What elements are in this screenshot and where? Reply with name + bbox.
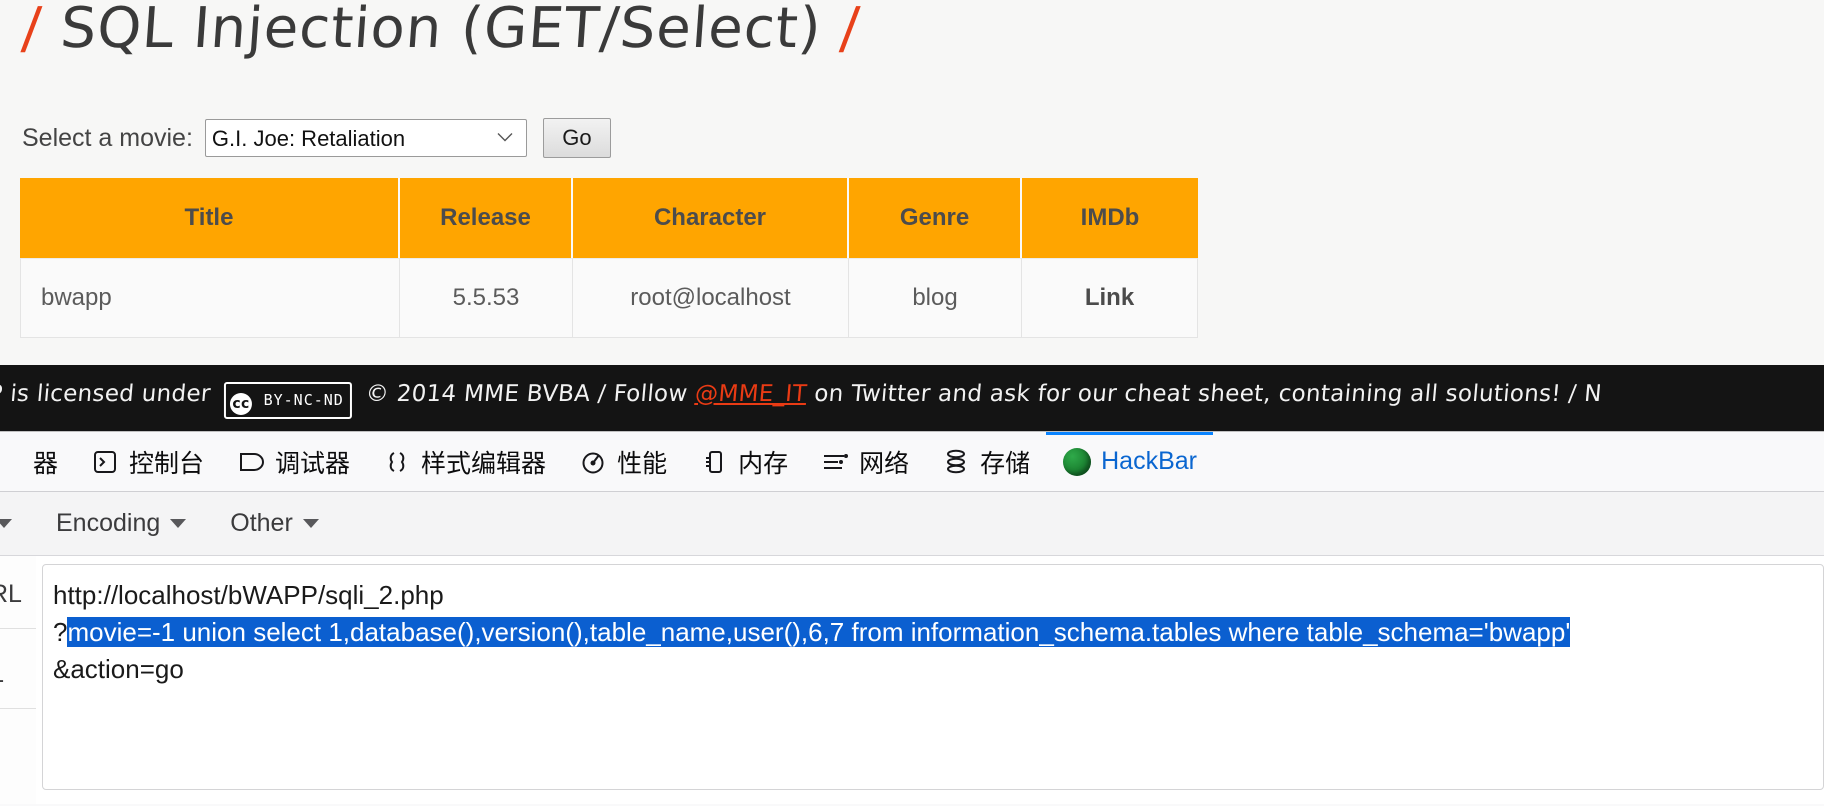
tab-style-editor-label: 样式编辑器	[421, 449, 547, 478]
url-line-base: http://localhost/bWAPP/sqli_2.php	[53, 580, 444, 610]
cell-release: 5.5.53	[400, 258, 573, 338]
cc-terms-text: BY-NC-ND	[263, 391, 344, 409]
tab-storage-label: 存储	[980, 449, 1031, 478]
url-input[interactable]: http://localhost/bWAPP/sqli_2.php ?movie…	[42, 564, 1824, 790]
console-icon	[90, 447, 120, 477]
footer-tail-text: on Twitter and ask for our cheat sheet, …	[813, 381, 1603, 407]
gutter-divider	[0, 628, 36, 629]
caret-down-icon	[0, 519, 12, 528]
title-slash-left: /	[19, 0, 45, 61]
tab-hackbar[interactable]: HackBar	[1046, 432, 1213, 492]
footer-copyright-text: © 2014 MME BVBA / Follow	[364, 381, 689, 407]
tab-performance-label: 性能	[617, 449, 668, 478]
sql-field-label: L	[0, 660, 4, 689]
movie-select-label: Select a movie:	[22, 123, 193, 152]
cell-imdb-link[interactable]: Link	[1022, 258, 1198, 338]
style-editor-icon	[382, 447, 412, 477]
query-prefix: ?	[53, 617, 68, 647]
network-icon	[820, 447, 850, 477]
gutter-divider	[0, 708, 36, 709]
results-table: Title Release Character Genre IMDb bwapp…	[20, 178, 1198, 338]
tab-inspector-label: 器	[33, 449, 59, 478]
tab-console[interactable]: 控制台	[74, 432, 220, 492]
column-header-release[interactable]: Release	[400, 178, 573, 258]
go-button[interactable]: Go	[542, 118, 611, 158]
tab-performance[interactable]: 性能	[562, 432, 683, 492]
tab-console-label: 控制台	[129, 449, 205, 478]
tab-debugger[interactable]: 调试器	[220, 432, 366, 492]
cell-title: bwapp	[20, 258, 400, 338]
hackbar-icon	[1062, 447, 1092, 477]
tab-storage[interactable]: 存储	[925, 432, 1046, 492]
debugger-icon	[236, 447, 266, 477]
url-line-action: &action=go	[53, 654, 184, 684]
bwapp-page: / SQL Injection (GET/Select) / Select a …	[0, 0, 1824, 425]
footer-twitter-link[interactable]: @MME_IT	[694, 381, 808, 407]
hackbar-menu-encoding-label: Encoding	[56, 509, 161, 537]
hackbar-body: RL L http://localhost/bWAPP/sqli_2.php ?…	[0, 556, 1824, 804]
site-footer: P is licensed under cc BY-NC-ND © 2014 M…	[0, 365, 1824, 431]
hackbar-menu-clipped[interactable]	[0, 492, 34, 556]
tab-network-label: 网络	[859, 449, 910, 478]
devtools-tabbar: 器 控制台 调试器 样式编辑器 性能 内存 网络 存储 HackBar	[0, 432, 1824, 492]
tab-memory[interactable]: 内存	[683, 432, 804, 492]
footer-license-text: P is licensed under	[0, 381, 212, 407]
footer-text: P is licensed under cc BY-NC-ND © 2014 M…	[0, 381, 1603, 419]
caret-down-icon	[302, 519, 319, 528]
column-header-character[interactable]: Character	[573, 178, 849, 258]
page-title-text: SQL Injection (GET/Select)	[58, 0, 824, 61]
tab-memory-label: 内存	[738, 449, 789, 478]
inspector-icon	[0, 447, 24, 477]
hackbar-menu-other-label: Other	[230, 509, 293, 537]
caret-down-icon	[170, 519, 187, 528]
performance-icon	[578, 447, 608, 477]
tab-hackbar-label: HackBar	[1101, 447, 1197, 475]
devtools-panel: 器 控制台 调试器 样式编辑器 性能 内存 网络 存储 HackBar Enco…	[0, 431, 1824, 806]
memory-icon	[699, 447, 729, 477]
cc-mark-icon: cc	[229, 393, 252, 415]
tab-inspector[interactable]: 器	[0, 432, 74, 492]
movie-form: Select a movie: G.I. Joe: Retaliation Go	[22, 118, 611, 158]
cell-genre: blog	[849, 258, 1022, 338]
query-selected-text[interactable]: movie=-1 union select 1,database(),versi…	[67, 617, 1571, 647]
hackbar-field-labels: RL L	[0, 556, 36, 804]
table-header-row: Title Release Character Genre IMDb	[20, 178, 1198, 258]
table-row: bwapp 5.5.53 root@localhost blog Link	[20, 258, 1198, 338]
hackbar-menu-encoding[interactable]: Encoding	[34, 492, 208, 556]
column-header-imdb[interactable]: IMDb	[1022, 178, 1198, 258]
movie-select[interactable]: G.I. Joe: Retaliation	[204, 119, 527, 157]
hackbar-menu-other[interactable]: Other	[208, 492, 341, 556]
cell-character: root@localhost	[573, 258, 849, 338]
column-header-genre[interactable]: Genre	[849, 178, 1022, 258]
url-field-label: RL	[0, 580, 22, 608]
tab-style-editor[interactable]: 样式编辑器	[366, 432, 562, 492]
title-slash-right: /	[838, 0, 863, 61]
tab-debugger-label: 调试器	[275, 449, 351, 478]
page-title: / SQL Injection (GET/Select) /	[20, 0, 863, 61]
movie-select-wrapper: G.I. Joe: Retaliation	[204, 119, 527, 157]
url-line-query: ?movie=-1 union select 1,database(),vers…	[53, 614, 1823, 651]
storage-icon	[941, 447, 971, 477]
tab-network[interactable]: 网络	[804, 432, 925, 492]
hackbar-toolbar: Encoding Other	[0, 492, 1824, 556]
column-header-title[interactable]: Title	[20, 178, 400, 258]
creative-commons-badge-icon: cc BY-NC-ND	[223, 382, 352, 419]
